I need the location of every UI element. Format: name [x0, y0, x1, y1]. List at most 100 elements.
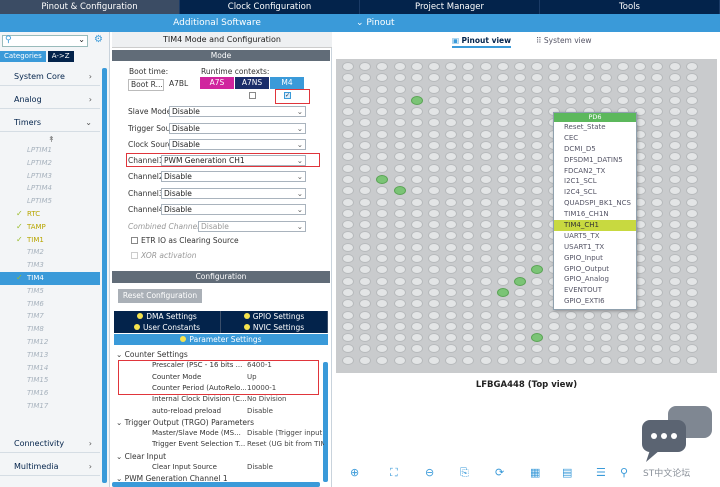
pinout-board[interactable]: [336, 59, 717, 373]
pin[interactable]: [496, 129, 509, 139]
pin[interactable]: [410, 186, 423, 196]
pin[interactable]: [479, 174, 492, 184]
pin[interactable]: [359, 73, 372, 83]
pin[interactable]: [410, 344, 423, 354]
pin[interactable]: [617, 355, 629, 365]
pin[interactable]: [651, 265, 664, 275]
pin[interactable]: [651, 84, 664, 94]
pin[interactable]: [685, 186, 698, 196]
pin[interactable]: [685, 344, 698, 354]
pin-function-item[interactable]: CEC: [554, 133, 636, 144]
timer-item-lptim1[interactable]: LPTIM1: [0, 144, 100, 157]
pin[interactable]: [445, 73, 458, 83]
pin[interactable]: [342, 299, 354, 309]
pin[interactable]: [427, 186, 440, 196]
pin[interactable]: [496, 62, 509, 71]
pin[interactable]: [496, 73, 509, 83]
pin[interactable]: [342, 208, 354, 218]
pin[interactable]: [410, 73, 423, 83]
pin[interactable]: [410, 310, 423, 320]
pin[interactable]: [496, 242, 509, 252]
parameter-settings-tab[interactable]: Parameter Settings: [114, 334, 328, 345]
timer-item-rtc[interactable]: ✓ RTC: [0, 208, 100, 221]
param-row[interactable]: Master/Slave Mode (MS... Disable (Trigger…: [116, 428, 324, 439]
pin[interactable]: [410, 208, 423, 218]
tab-categories[interactable]: Categories: [0, 51, 46, 62]
pin[interactable]: [393, 118, 406, 128]
reset-configuration-button[interactable]: Reset Configuration: [118, 289, 202, 303]
pin[interactable]: [410, 276, 423, 286]
pin[interactable]: [479, 265, 492, 275]
pin[interactable]: [617, 62, 629, 71]
pin[interactable]: [565, 333, 578, 343]
pin[interactable]: [342, 186, 354, 196]
pin[interactable]: [445, 265, 458, 275]
pin[interactable]: [462, 208, 475, 218]
param-row[interactable]: Counter Mode Up: [116, 372, 324, 383]
pin[interactable]: [531, 321, 544, 331]
pin[interactable]: [548, 310, 561, 320]
pin[interactable]: [410, 163, 423, 173]
pin[interactable]: [410, 141, 423, 151]
param-row[interactable]: Internal Clock Division (C... No Division: [116, 394, 324, 405]
pin[interactable]: [651, 321, 664, 331]
pin[interactable]: [496, 174, 509, 184]
pin[interactable]: [531, 355, 544, 365]
pin[interactable]: [548, 344, 561, 354]
pin[interactable]: [427, 141, 440, 151]
pin[interactable]: [634, 333, 647, 343]
timer-item-tim4[interactable]: ✓ TIM4: [0, 271, 100, 285]
pin[interactable]: [479, 355, 492, 365]
list-icon[interactable]: ☰: [596, 466, 606, 479]
pin[interactable]: [685, 265, 698, 275]
pin[interactable]: [376, 310, 389, 320]
pin[interactable]: [617, 310, 629, 320]
pin[interactable]: [496, 344, 509, 354]
pin[interactable]: [565, 310, 578, 320]
pin[interactable]: [496, 220, 509, 230]
pin[interactable]: [427, 355, 440, 365]
timer-item-lptim4[interactable]: LPTIM4: [0, 182, 100, 195]
pin[interactable]: [410, 174, 423, 184]
tab-tools[interactable]: Tools: [540, 0, 720, 14]
pin[interactable]: [668, 265, 681, 275]
pin[interactable]: [393, 186, 406, 196]
pin[interactable]: [376, 321, 389, 331]
field-select-trigger-source[interactable]: Disable ⌄: [169, 123, 306, 134]
timer-item-tim1[interactable]: ✓ TIM1: [0, 234, 100, 247]
pin[interactable]: [462, 73, 475, 83]
user-constants-tab[interactable]: User Constants: [114, 322, 221, 333]
fit-icon[interactable]: ⛶: [390, 466, 398, 480]
pin[interactable]: [565, 62, 578, 71]
pin[interactable]: [427, 197, 440, 207]
pin[interactable]: [496, 95, 509, 105]
pin[interactable]: [668, 95, 681, 105]
pin[interactable]: [410, 254, 423, 264]
pin[interactable]: [462, 163, 475, 173]
pin[interactable]: [651, 344, 664, 354]
pin[interactable]: [427, 265, 440, 275]
pin[interactable]: [427, 242, 440, 252]
pin[interactable]: [651, 208, 664, 218]
pin[interactable]: [376, 129, 389, 139]
pin[interactable]: [342, 163, 354, 173]
pin[interactable]: [410, 321, 423, 331]
pin[interactable]: [462, 287, 475, 297]
pin[interactable]: [548, 355, 561, 365]
pin[interactable]: [531, 310, 544, 320]
pin[interactable]: [496, 84, 509, 94]
pin[interactable]: [651, 186, 664, 196]
pin[interactable]: [668, 231, 681, 241]
pin[interactable]: [462, 107, 475, 117]
pin[interactable]: [479, 118, 492, 128]
pin[interactable]: [393, 163, 406, 173]
pin[interactable]: [548, 321, 561, 331]
pin[interactable]: [445, 321, 458, 331]
param-row[interactable]: Prescaler (PSC - 16 bits ... 6400-1: [116, 360, 324, 371]
pin[interactable]: [359, 231, 372, 241]
pin[interactable]: [427, 118, 440, 128]
field-select-channel2[interactable]: Disable ⌄: [161, 171, 306, 182]
pin[interactable]: [685, 208, 698, 218]
pin[interactable]: [651, 141, 664, 151]
pin[interactable]: [410, 62, 423, 71]
